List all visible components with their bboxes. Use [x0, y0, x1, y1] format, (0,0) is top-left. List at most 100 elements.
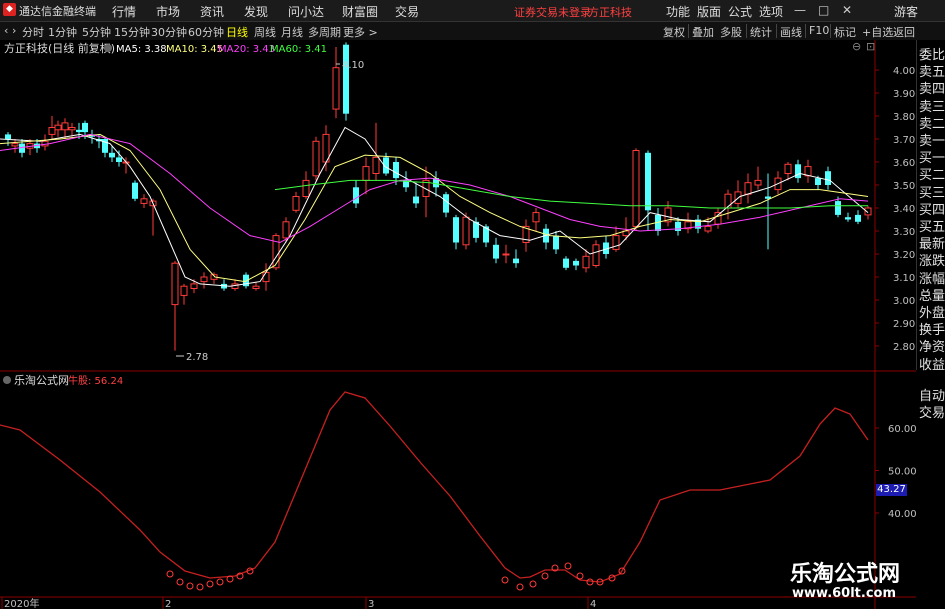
toolbar-divider	[830, 24, 831, 38]
period-more[interactable]: 更多 >	[343, 24, 378, 40]
login-status[interactable]: 证券交易未登录	[514, 4, 591, 20]
menu-gongshi[interactable]: 公式	[728, 3, 752, 20]
period-60min[interactable]: 60分钟	[188, 24, 224, 40]
menu-wenxiaoda[interactable]: 问小达	[288, 3, 324, 20]
period-fenshi[interactable]: 分时	[22, 24, 44, 40]
quote-item[interactable]: 外盘	[919, 302, 945, 321]
guest-label[interactable]: 游客	[894, 3, 918, 20]
period-multi[interactable]: 多周期	[308, 24, 341, 40]
period-daily[interactable]: 日线	[226, 24, 248, 40]
tool-fanhui[interactable]: 返回	[893, 24, 915, 40]
candle-body	[116, 157, 122, 162]
menu-caifuquan[interactable]: 财富圈	[342, 3, 378, 20]
period-weekly[interactable]: 周线	[254, 24, 276, 40]
quote-item[interactable]: 买五	[919, 216, 945, 235]
forward-arrow-icon[interactable]: ›	[12, 24, 16, 37]
price-tick: 4.00	[893, 66, 915, 77]
candle-body	[252, 285, 260, 289]
settings-icon[interactable]	[104, 44, 112, 52]
price-tick: 3.40	[893, 204, 915, 215]
candle-body	[443, 194, 449, 213]
quote-item[interactable]: 总量	[919, 285, 945, 304]
back-arrow-icon[interactable]: ‹	[4, 24, 8, 37]
candle-body	[372, 156, 380, 175]
collapse-icon[interactable]: ⊡	[866, 40, 875, 53]
quote-item[interactable]: 买三	[919, 182, 945, 201]
tool-tongji[interactable]: 统计	[750, 24, 772, 40]
period-30min[interactable]: 30分钟	[151, 24, 187, 40]
candle-body	[312, 140, 320, 177]
menu-jiaoyi[interactable]: 交易	[395, 3, 419, 20]
candle-body	[362, 166, 370, 181]
menu-banmian[interactable]: 版面	[697, 3, 721, 20]
quote-item[interactable]: 卖二	[919, 113, 945, 132]
tool-biaoji[interactable]: 标记	[834, 24, 856, 40]
quote-item[interactable]: 卖四	[919, 78, 945, 97]
price-tick: 3.80	[893, 112, 915, 123]
trade-button[interactable]: 交易	[919, 402, 945, 421]
candle-body	[332, 67, 340, 110]
menu-faxian[interactable]: 发现	[244, 3, 268, 20]
tool-f10[interactable]: F10	[809, 24, 829, 37]
quote-item[interactable]: 卖三	[919, 96, 945, 115]
quote-item[interactable]: 涨跌	[919, 250, 945, 269]
quote-item[interactable]: 卖五	[919, 61, 945, 80]
quote-item[interactable]: 收益	[919, 354, 945, 373]
quote-item[interactable]: 换手	[919, 319, 945, 338]
minimize-icon[interactable]: —	[794, 3, 806, 17]
candle-body	[292, 196, 300, 211]
candle-body	[553, 235, 559, 250]
quote-item[interactable]: 净资	[919, 336, 945, 355]
watermark-url: www.60lt.com	[792, 586, 897, 601]
tool-diejia[interactable]: 叠加	[692, 24, 714, 40]
menu-shichang[interactable]: 市场	[156, 3, 180, 20]
toolbar-divider	[746, 24, 747, 38]
settings-icon[interactable]	[3, 376, 11, 384]
tool-zixuan[interactable]: +自选	[862, 24, 893, 40]
candle-body	[11, 143, 19, 147]
candle-body	[675, 221, 681, 231]
tool-fuquan[interactable]: 复权	[663, 24, 685, 40]
quote-item[interactable]: 最新	[919, 233, 945, 252]
candle-body	[825, 171, 831, 185]
kline-chart[interactable]: 4.00 3.90 3.80 3.70 3.60 3.50 3.40 3.30 3.20 3.10…	[0, 40, 916, 372]
quote-item[interactable]: 涨幅	[919, 268, 945, 287]
period-monthly[interactable]: 月线	[281, 24, 303, 40]
ma10-label: MA10: 3.45	[166, 44, 223, 55]
quote-item[interactable]: 买一	[919, 147, 945, 166]
menu-gongneng[interactable]: 功能	[666, 3, 690, 20]
candle-body	[573, 260, 579, 266]
date-tick: 4	[590, 599, 596, 609]
candle-body	[5, 134, 11, 139]
candle-body	[532, 212, 540, 223]
candle-body	[190, 283, 198, 289]
zoom-out-icon[interactable]: ⊖	[852, 40, 861, 53]
menu-zixun[interactable]: 资讯	[200, 3, 224, 20]
period-15min[interactable]: 15分钟	[114, 24, 150, 40]
candle-body	[795, 164, 801, 179]
candle-body	[502, 253, 510, 256]
candle-body	[563, 258, 569, 268]
maximize-icon[interactable]: □	[818, 3, 829, 17]
candle-body	[282, 221, 290, 239]
period-5min[interactable]: 5分钟	[82, 24, 111, 40]
candle-body	[704, 225, 712, 232]
candle-body	[180, 285, 188, 296]
quote-item[interactable]: 委比	[919, 44, 945, 63]
quote-item[interactable]: 卖一	[919, 130, 945, 149]
candle-body	[835, 201, 841, 215]
close-icon[interactable]: ✕	[842, 3, 852, 17]
period-1min[interactable]: 1分钟	[48, 24, 77, 40]
quote-item[interactable]: 买二	[919, 164, 945, 183]
tool-duogu[interactable]: 多股	[720, 24, 742, 40]
candle-body	[612, 235, 620, 250]
price-tick: 2.80	[893, 342, 915, 353]
sub-value-label: 牛股: 56.24	[68, 374, 123, 387]
price-tick: 3.30	[893, 227, 915, 238]
tool-huaxian[interactable]: 画线	[780, 24, 802, 40]
price-tick: 3.60	[893, 158, 915, 169]
menu-hangqing[interactable]: 行情	[112, 3, 136, 20]
menu-xuanxiang[interactable]: 选项	[759, 3, 783, 20]
indicator-chart[interactable]: 60.00 50.00 40.00 乐淘公式网 牛股: 56.24 2020年 2 3 4	[0, 372, 916, 609]
quote-item[interactable]: 买四	[919, 199, 945, 218]
